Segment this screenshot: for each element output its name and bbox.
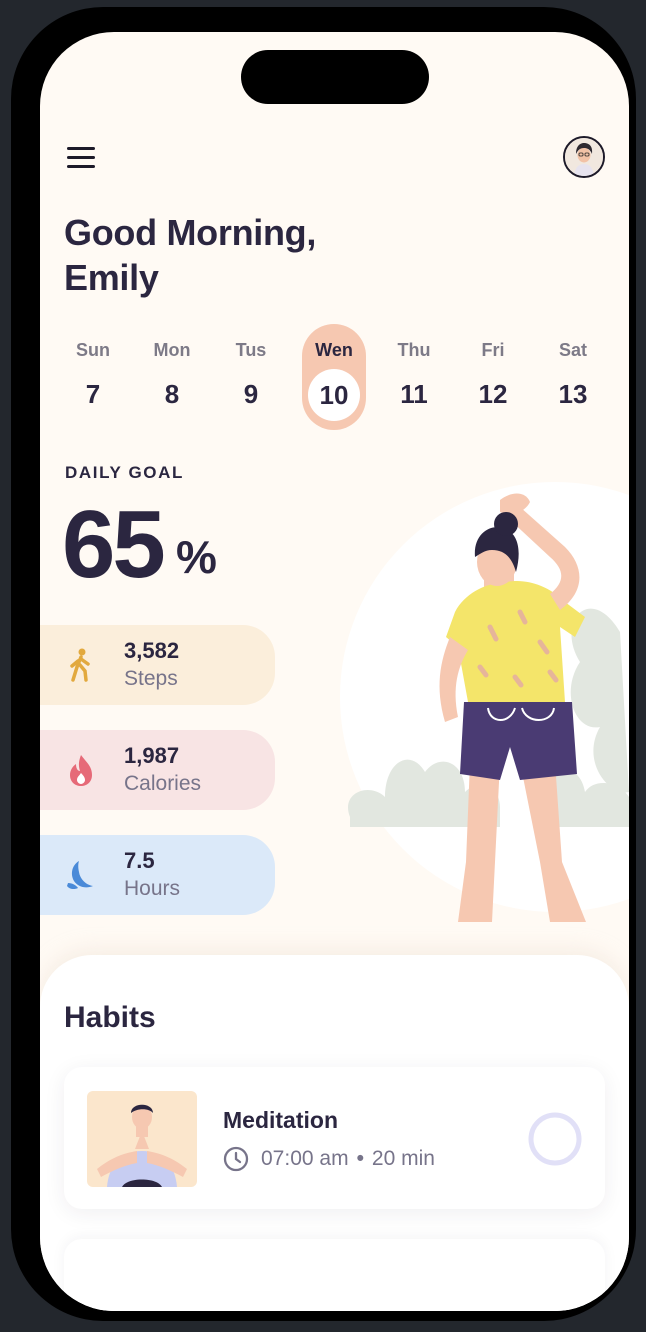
habit-time: 07:00 am: [261, 1147, 349, 1170]
day-fri[interactable]: Fri 12: [461, 324, 525, 430]
flame-icon: [70, 755, 92, 786]
steps-label: Steps: [124, 667, 178, 690]
day-date: 10: [308, 369, 360, 421]
sleep-card[interactable]: 7.5 Hours: [40, 835, 275, 915]
sleep-value: 7.5: [124, 848, 155, 873]
greeting-heading: Good Morning, Emily: [64, 210, 316, 300]
meditation-thumbnail: [87, 1091, 197, 1187]
avatar[interactable]: [563, 136, 605, 178]
steps-value: 3,582: [124, 638, 180, 663]
calories-value: 1,987: [124, 743, 180, 768]
clock-icon: [223, 1146, 249, 1172]
phone-frame: Good Morning, Emily Sun 7 Mon 8 Tus 9 We…: [11, 7, 636, 1321]
user-name: Emily: [64, 257, 159, 298]
hamburger-menu-icon[interactable]: [67, 145, 97, 169]
daily-goal-value: 65: [62, 491, 166, 598]
day-sun[interactable]: Sun 7: [61, 324, 125, 430]
moon-icon: [67, 861, 93, 890]
habits-panel: Habits Meditation 07:00 am • 20 min: [40, 955, 629, 1311]
habit-duration: 20 min: [371, 1147, 435, 1170]
separator-dot: •: [356, 1147, 364, 1170]
habit-card-next[interactable]: [64, 1239, 605, 1311]
habit-card-meditation[interactable]: Meditation 07:00 am • 20 min: [64, 1067, 605, 1209]
day-date: 9: [243, 379, 259, 409]
day-mon[interactable]: Mon 8: [140, 324, 204, 430]
habits-title: Habits: [64, 1001, 156, 1034]
calories-card[interactable]: 1,987 Calories: [40, 730, 275, 810]
sleep-label: Hours: [124, 877, 181, 900]
daily-goal-label: DAILY GOAL: [65, 463, 184, 482]
daily-goal-unit: %: [176, 531, 217, 583]
day-sat[interactable]: Sat 13: [541, 324, 605, 430]
day-name: Sun: [76, 340, 110, 360]
woman-stretching-illustration: [340, 482, 629, 922]
week-calendar: Sun 7 Mon 8 Tus 9 Wen 10 Thu 11 Fri 12 S…: [56, 324, 612, 432]
day-name: Wen: [315, 340, 353, 360]
day-name: Mon: [153, 340, 191, 360]
habit-name: Meditation: [223, 1107, 338, 1133]
dynamic-island: [241, 50, 429, 104]
day-date: 8: [164, 379, 180, 409]
walking-icon: [70, 648, 90, 682]
day-date: 11: [400, 379, 428, 409]
day-thu[interactable]: Thu 11: [382, 324, 446, 430]
calories-label: Calories: [124, 772, 202, 795]
day-date: 7: [85, 379, 101, 409]
day-name: Thu: [397, 340, 431, 360]
day-name: Sat: [558, 340, 587, 360]
day-date: 13: [558, 379, 588, 409]
habit-progress-ring[interactable]: [527, 1111, 583, 1167]
day-wen-selected[interactable]: Wen 10: [302, 324, 366, 430]
habit-schedule: 07:00 am • 20 min: [223, 1146, 435, 1172]
steps-card[interactable]: 3,582 Steps: [40, 625, 275, 705]
day-date: 12: [478, 379, 508, 409]
day-name: Fri: [481, 340, 505, 360]
greeting-text: Good Morning,: [64, 212, 317, 253]
day-tus[interactable]: Tus 9: [219, 324, 283, 430]
day-name: Tus: [235, 340, 267, 360]
app-screen: Good Morning, Emily Sun 7 Mon 8 Tus 9 We…: [40, 32, 629, 1311]
